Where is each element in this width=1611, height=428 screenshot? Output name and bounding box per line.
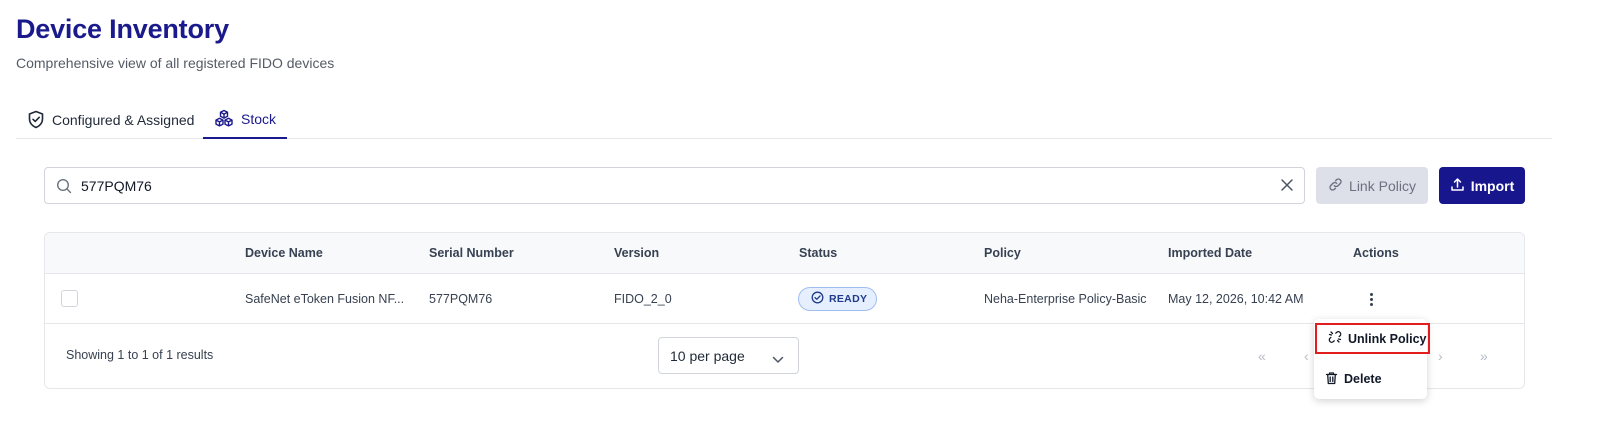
import-label: Import (1470, 177, 1515, 194)
tab-stock[interactable]: Stock (203, 100, 288, 139)
row-checkbox[interactable] (61, 290, 78, 307)
prev-page-button[interactable]: ‹ (1304, 348, 1309, 364)
trash-icon (1325, 371, 1338, 388)
status-badge: READY (798, 287, 878, 311)
tab-bar: Configured & Assigned Stock (16, 100, 1552, 139)
cell-policy: Neha-Enterprise Policy-Basic (984, 292, 1147, 306)
status-label: READY (829, 293, 868, 305)
column-header-actions: Actions (1353, 246, 1399, 260)
link-icon (1328, 177, 1343, 195)
search-icon (56, 178, 72, 199)
clear-search-icon[interactable] (1280, 178, 1294, 197)
search-box (44, 167, 1305, 204)
unlink-policy-label: Unlink Policy (1348, 331, 1427, 346)
search-input[interactable] (81, 168, 1261, 203)
shield-check-icon (27, 110, 45, 129)
page-subtitle: Comprehensive view of all registered FID… (16, 55, 335, 71)
table-row: SafeNet eToken Fusion NF... 577PQM76 FID… (45, 274, 1524, 324)
cell-serial-number: 577PQM76 (429, 292, 493, 306)
tab-label: Configured & Assigned (52, 111, 195, 128)
row-action-dropdown: Unlink Policy Delete (1314, 319, 1430, 399)
import-button[interactable]: Import (1439, 167, 1525, 204)
column-header-status[interactable]: Status (799, 246, 837, 260)
link-policy-button[interactable]: Link Policy (1316, 167, 1428, 204)
tab-configured-assigned[interactable]: Configured & Assigned (16, 100, 205, 139)
column-header-version[interactable]: Version (614, 246, 659, 260)
column-header-policy[interactable]: Policy (984, 246, 1021, 260)
table-footer: Showing 1 to 1 of 1 results 10 per page … (45, 324, 1524, 389)
device-table: Device Name Serial Number Version Status… (44, 232, 1525, 389)
table-header: Device Name Serial Number Version Status… (45, 233, 1524, 274)
next-page-button[interactable]: › (1438, 348, 1443, 364)
column-header-device-name[interactable]: Device Name (245, 246, 323, 260)
column-header-imported-date[interactable]: Imported Date (1168, 246, 1252, 260)
column-header-serial-number[interactable]: Serial Number (429, 246, 514, 260)
results-summary: Showing 1 to 1 of 1 results (66, 348, 214, 362)
chevron-down-icon (772, 351, 784, 367)
row-actions-menu-icon[interactable] (1363, 290, 1379, 308)
cubes-icon (214, 109, 234, 128)
last-page-button[interactable]: » (1480, 348, 1488, 364)
cell-imported-date: May 12, 2026, 10:42 AM (1168, 292, 1304, 306)
tab-label: Stock (241, 110, 277, 127)
per-page-select[interactable]: 10 per page (658, 337, 799, 374)
cell-version: FIDO_2_0 (614, 292, 672, 306)
check-circle-icon (811, 291, 824, 307)
per-page-value: 10 per page (670, 347, 745, 364)
upload-icon (1450, 177, 1465, 195)
link-policy-label: Link Policy (1349, 177, 1416, 194)
unlink-icon (1328, 330, 1342, 347)
cell-device-name: SafeNet eToken Fusion NF... (245, 292, 405, 306)
unlink-policy-menu-item[interactable]: Unlink Policy (1315, 323, 1430, 354)
first-page-button[interactable]: « (1258, 348, 1266, 364)
page-title: Device Inventory (16, 14, 229, 44)
delete-menu-item[interactable]: Delete (1314, 363, 1427, 395)
delete-label: Delete (1344, 372, 1382, 386)
